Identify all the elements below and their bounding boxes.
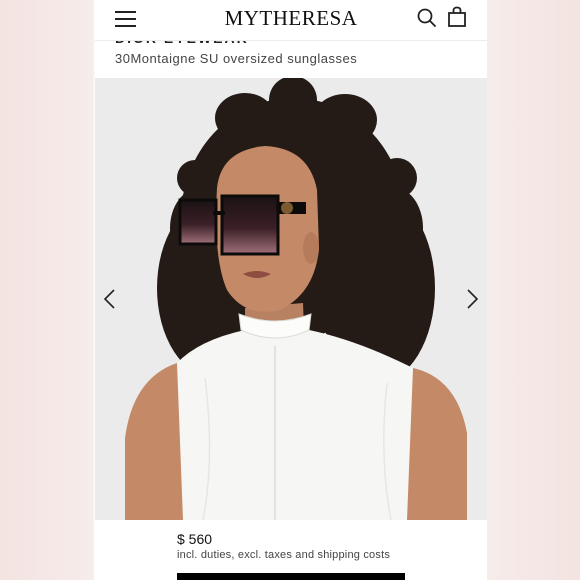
search-icon[interactable] [417, 7, 437, 29]
site-header: MYTHERESA [95, 0, 487, 41]
chevron-left-icon[interactable] [101, 288, 119, 310]
chevron-right-icon[interactable] [463, 288, 481, 310]
product-price: $ 560 [177, 531, 213, 547]
product-title: 30Montaigne SU oversized sunglasses [115, 51, 358, 66]
product-image-gallery[interactable] [95, 78, 487, 520]
add-to-bag-button[interactable] [177, 573, 405, 580]
product-photo [95, 78, 487, 520]
price-note: incl. duties, excl. taxes and shipping c… [177, 549, 391, 561]
product-page: MYTHERESA DIOR EYEWEAR 30Montaigne SU ov… [95, 0, 487, 580]
shopping-bag-icon[interactable] [447, 6, 467, 28]
